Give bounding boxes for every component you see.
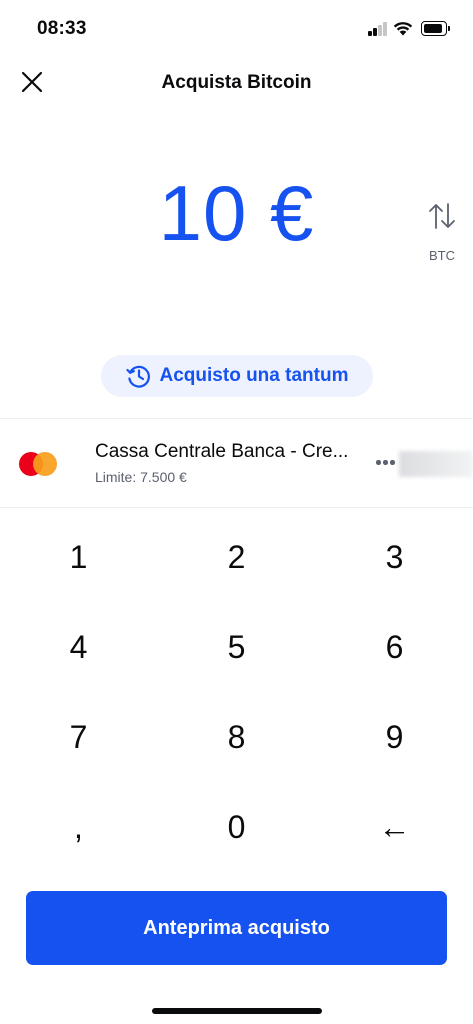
swap-currency-label: BTC — [429, 248, 455, 263]
keypad-key-3[interactable]: 3 — [316, 512, 473, 602]
keypad-key-9[interactable]: 9 — [316, 692, 473, 782]
keypad-key-7[interactable]: 7 — [0, 692, 157, 782]
keypad-key-8[interactable]: 8 — [158, 692, 315, 782]
keypad-key-0[interactable]: 0 — [158, 782, 315, 872]
page-title: Acquista Bitcoin — [161, 72, 312, 93]
keypad-key-5[interactable]: 5 — [158, 602, 315, 692]
purchase-frequency-label: Acquisto una tantum — [159, 365, 349, 386]
status-time: 08:33 — [37, 18, 87, 39]
keypad-backspace-key[interactable]: ← — [316, 782, 473, 872]
payment-method-selector[interactable]: Cassa Centrale Banca - Cre... Limite: 7.… — [0, 419, 473, 507]
keypad-key-6[interactable]: 6 — [316, 602, 473, 692]
keypad-key-2[interactable]: 2 — [158, 512, 315, 602]
wifi-icon — [393, 22, 413, 36]
home-indicator — [152, 1008, 322, 1014]
currency-swap-button[interactable]: BTC — [420, 198, 464, 268]
more-horizontal-icon[interactable] — [375, 459, 397, 467]
keypad-key-4[interactable]: 4 — [0, 602, 157, 692]
keypad-key-comma[interactable]: , — [0, 782, 157, 872]
clock-repeat-icon — [125, 365, 150, 388]
amount-display: 10 € — [158, 169, 315, 257]
payment-method-limit: Limite: 7.500 € — [95, 469, 187, 485]
payment-method-name: Cassa Centrale Banca - Cre... — [95, 441, 349, 462]
divider — [0, 507, 473, 508]
battery-icon — [421, 21, 450, 36]
keypad-key-1[interactable]: 1 — [0, 512, 157, 602]
swap-arrows-icon — [429, 203, 455, 229]
redacted-account-number — [399, 451, 473, 477]
purchase-frequency-button[interactable]: Acquisto una tantum — [101, 355, 373, 397]
preview-purchase-button[interactable]: Anteprima acquisto — [26, 891, 447, 965]
mastercard-icon — [19, 452, 59, 476]
status-bar: 08:33 — [0, 0, 473, 58]
cellular-signal-icon — [368, 22, 388, 36]
